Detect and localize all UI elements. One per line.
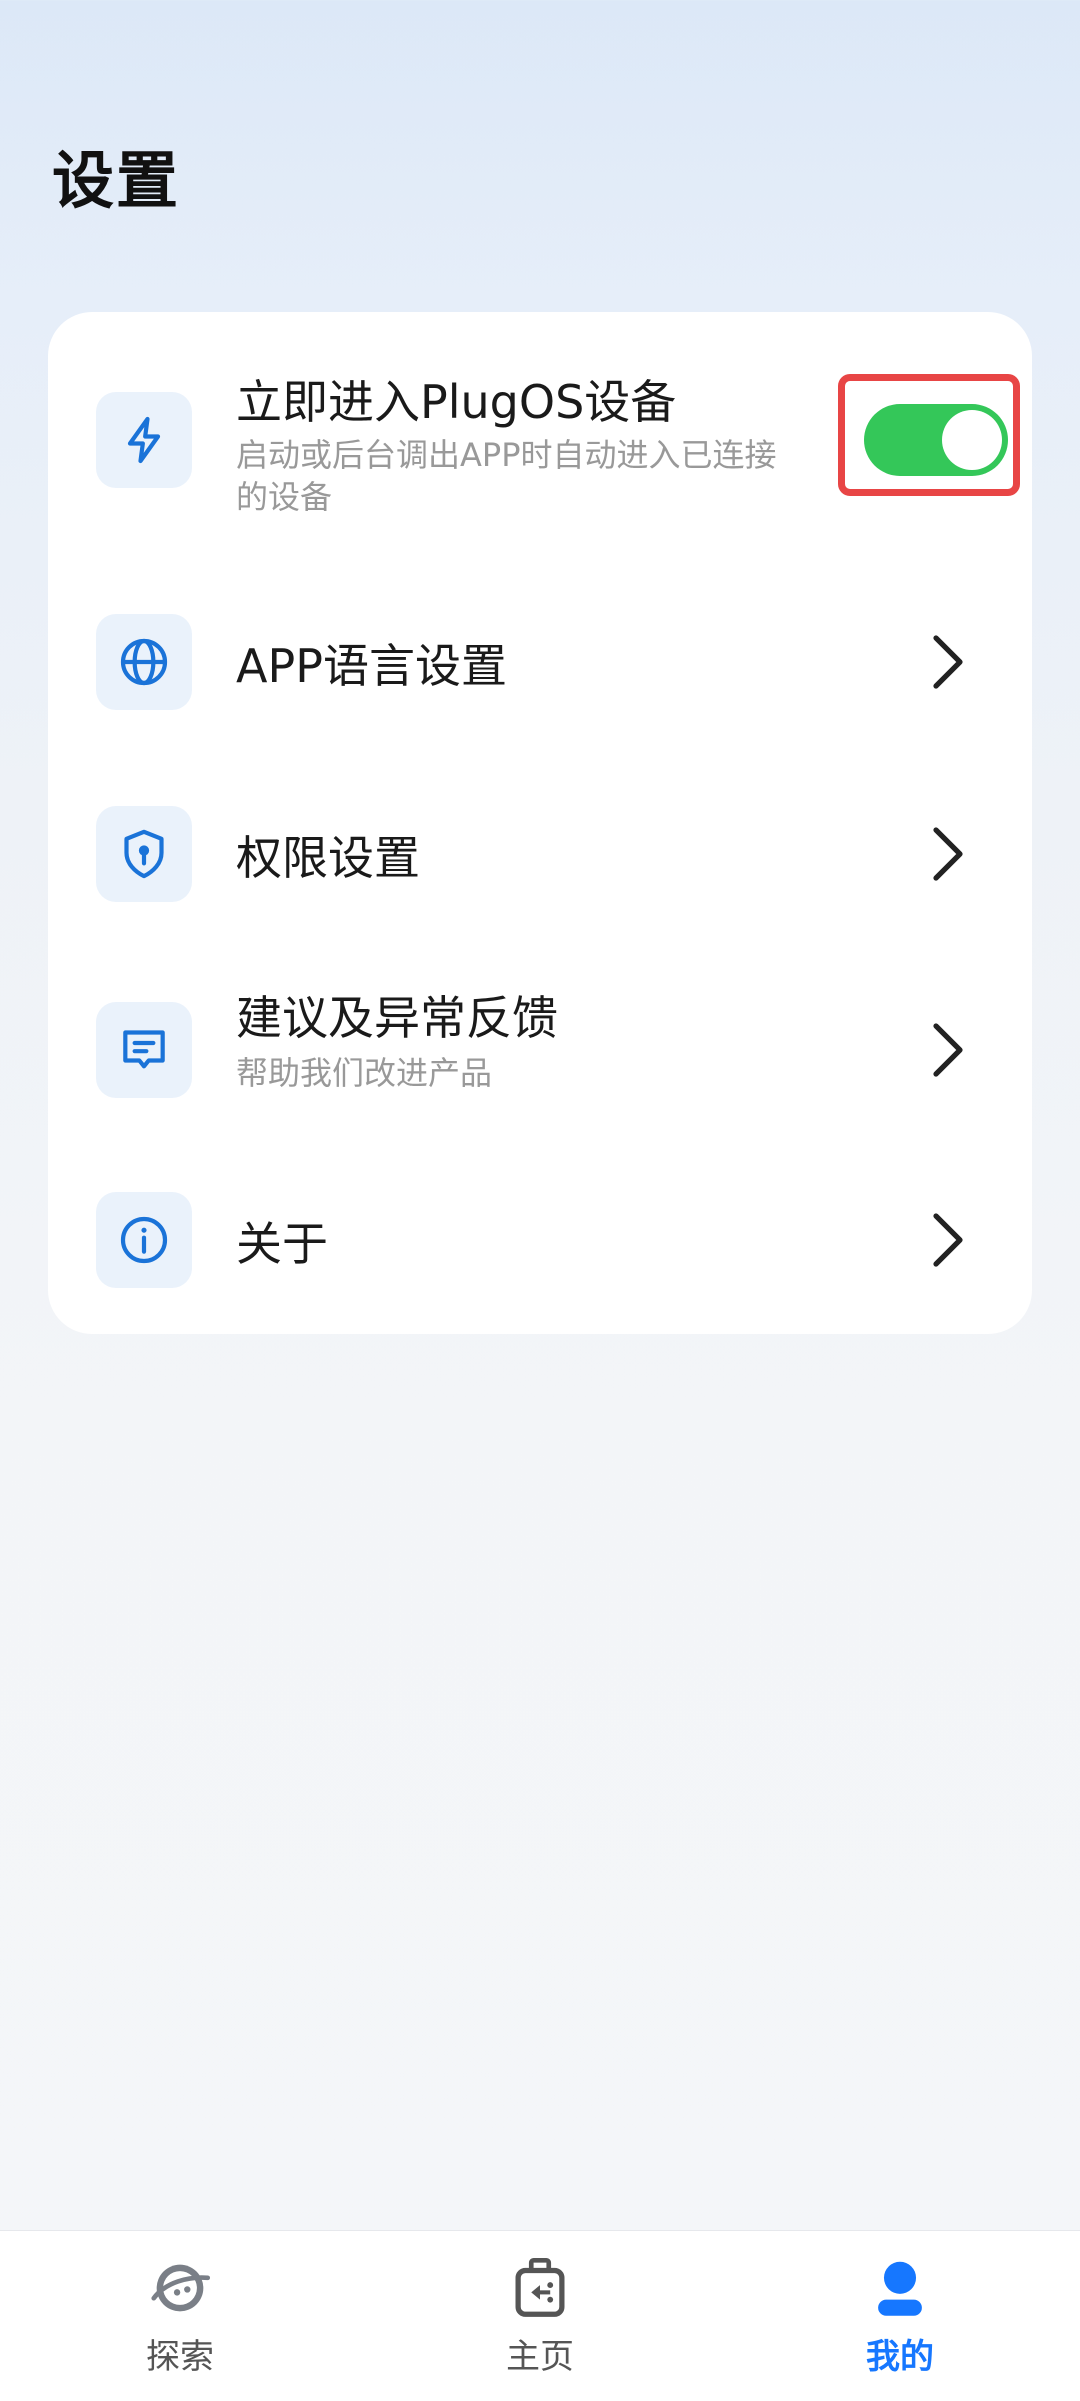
globe-icon <box>96 614 192 710</box>
bottom-tab-bar: 探索 主页 我的 <box>0 2230 1080 2401</box>
permissions-title: 权限设置 <box>236 831 420 885</box>
auto-enter-toggle[interactable] <box>864 404 1008 476</box>
page-title: 设置 <box>52 144 181 217</box>
tab-label: 我的 <box>866 2337 934 2377</box>
chevron-right-icon <box>933 635 963 689</box>
user-icon <box>878 2261 922 2316</box>
chevron-right-icon <box>933 827 963 881</box>
message-icon <box>96 1002 192 1098</box>
shield-icon <box>96 806 192 902</box>
tab-label: 探索 <box>146 2337 214 2377</box>
feedback-title: 建议及异常反馈 <box>236 991 558 1045</box>
settings-card: 立即进入PlugOS设备 启动或后台调出APP时自动进入已连接的设备 APP语言… <box>48 312 1032 1334</box>
tab-label: 主页 <box>506 2337 574 2377</box>
feedback-subtitle: 帮助我们改进产品 <box>236 1054 493 1092</box>
about-title: 关于 <box>236 1217 328 1271</box>
auto-enter-title: 立即进入PlugOS设备 <box>236 375 677 429</box>
setting-row-language[interactable]: APP语言设置 <box>48 592 1032 732</box>
chevron-right-icon <box>933 1023 963 1077</box>
toggle-knob <box>942 410 1002 470</box>
planet-icon <box>151 2264 211 2312</box>
language-title: APP语言设置 <box>236 639 507 693</box>
device-icon <box>515 2257 565 2317</box>
lightning-icon <box>96 392 192 488</box>
setting-row-auto-enter: 立即进入PlugOS设备 启动或后台调出APP时自动进入已连接的设备 <box>48 312 1032 516</box>
tab-mine[interactable]: 我的 <box>800 2253 1000 2393</box>
info-icon <box>96 1192 192 1288</box>
setting-row-permissions[interactable]: 权限设置 <box>48 784 1032 924</box>
tab-explore[interactable]: 探索 <box>80 2253 280 2393</box>
chevron-right-icon <box>933 1213 963 1267</box>
setting-row-feedback[interactable]: 建议及异常反馈 帮助我们改进产品 <box>48 972 1032 1122</box>
auto-enter-subtitle: 启动或后台调出APP时自动进入已连接的设备 <box>236 436 777 516</box>
setting-row-about[interactable]: 关于 <box>48 1170 1032 1310</box>
tab-home[interactable]: 主页 <box>440 2253 640 2393</box>
